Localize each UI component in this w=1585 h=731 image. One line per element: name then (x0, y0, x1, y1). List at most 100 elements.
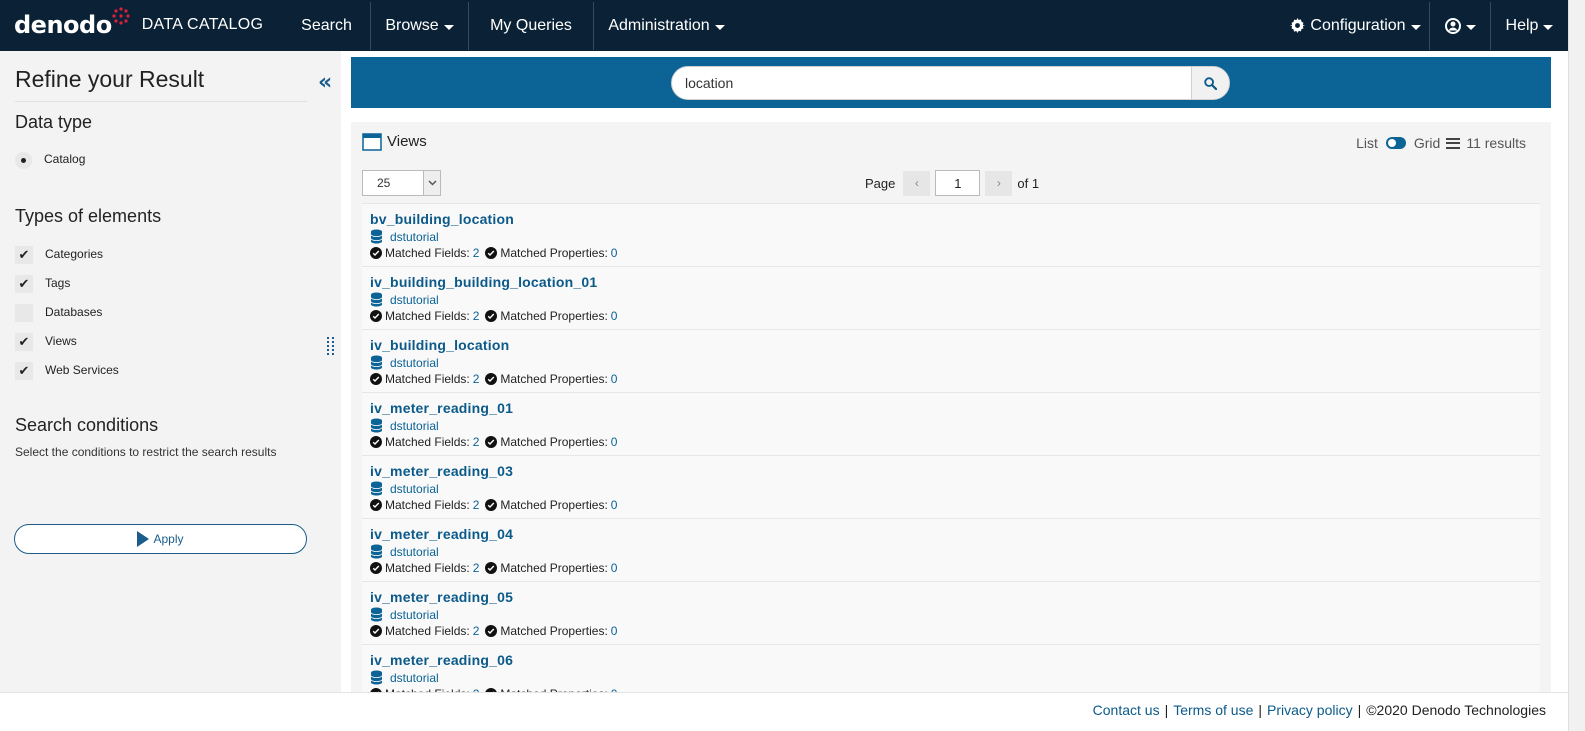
types-heading: Types of elements (15, 206, 162, 226)
result-item[interactable]: iv_meter_reading_03 dstutorial Matched Fie… (362, 455, 1540, 518)
database-link[interactable]: dstutorial (370, 544, 439, 559)
nav-browse[interactable]: Browse (371, 0, 468, 51)
nav-my-queries[interactable]: My Queries (469, 0, 593, 51)
data-type-catalog-option[interactable]: Catalog (15, 149, 85, 169)
result-item[interactable]: iv_meter_reading_05 dstutorial Matched Fie… (362, 581, 1540, 644)
chevron-down-icon (423, 171, 440, 195)
result-item[interactable]: bv_building_location dstutorial Matched Fi… (362, 203, 1540, 266)
database-icon (370, 607, 383, 622)
database-link[interactable]: dstutorial (370, 481, 439, 496)
view-name-link[interactable]: iv_meter_reading_04 (370, 526, 513, 542)
results-panel: Views List Grid 11 results 25 Page ‹ 1 ›… (351, 122, 1551, 692)
view-name-link[interactable]: bv_building_location (370, 211, 514, 227)
matched-properties-count[interactable]: 0 (611, 624, 618, 638)
privacy-link[interactable]: Privacy policy (1267, 702, 1353, 718)
resize-handle-icon[interactable] (327, 337, 335, 357)
window-scrollbar[interactable] (1568, 0, 1585, 731)
view-name-link[interactable]: iv_building_location (370, 337, 509, 353)
refine-panel: Refine your Result « Data type Catalog T… (0, 51, 341, 692)
prev-page-button[interactable]: ‹ (903, 170, 931, 196)
search-input[interactable] (672, 67, 1191, 99)
check-circle-icon (370, 310, 382, 322)
matched-properties-count[interactable]: 0 (611, 435, 618, 449)
nav-user-menu[interactable] (1430, 0, 1490, 51)
type-label: Views (45, 333, 77, 348)
page-size-select[interactable]: 25 (362, 170, 441, 196)
matched-fields-count[interactable]: 2 (473, 498, 480, 512)
refine-title: Refine your Result (15, 66, 205, 92)
matched-fields-label: Matched Fields: (385, 372, 470, 386)
nav-configuration[interactable]: Configuration (1283, 0, 1428, 51)
check-circle-icon (485, 310, 498, 322)
database-link[interactable]: dstutorial (370, 418, 439, 433)
result-item[interactable]: iv_meter_reading_04 dstutorial Matched Fie… (362, 518, 1540, 581)
toggle-switch[interactable] (1385, 137, 1406, 149)
matched-properties-count[interactable]: 0 (611, 561, 618, 575)
apply-button[interactable]: Apply (14, 524, 307, 554)
view-window-icon (362, 133, 382, 151)
result-item[interactable]: iv_building_building_location_01 dstutori… (362, 266, 1540, 329)
database-icon (370, 355, 383, 370)
database-link[interactable]: dstutorial (370, 229, 439, 244)
type-label: Categories (45, 246, 104, 261)
checkbox-checked[interactable]: ✔ (15, 246, 33, 264)
match-info: Matched Fields:2 Matched Properties:0 (370, 561, 623, 575)
type-option-tags[interactable]: ✔ Tags (15, 272, 70, 293)
type-option-categories[interactable]: ✔ Categories (15, 243, 103, 264)
database-icon (370, 481, 383, 496)
view-name-link[interactable]: iv_meter_reading_06 (370, 652, 513, 668)
database-link[interactable]: dstutorial (370, 355, 439, 370)
matched-fields-count[interactable]: 2 (473, 372, 480, 386)
search-button[interactable] (1191, 67, 1229, 99)
checkbox-unchecked[interactable] (15, 304, 33, 322)
database-link[interactable]: dstutorial (370, 607, 439, 622)
next-page-button[interactable]: › (985, 170, 1013, 196)
brand[interactable]: denodo DATA CATALOG (14, 3, 263, 47)
nav-help[interactable]: Help (1491, 0, 1568, 51)
type-option-views[interactable]: ✔ Views (15, 330, 77, 351)
terms-link[interactable]: Terms of use (1173, 702, 1253, 718)
grid-mode-label[interactable]: Grid (1414, 135, 1440, 151)
check-circle-icon (370, 373, 382, 385)
view-name-link[interactable]: iv_meter_reading_03 (370, 463, 513, 479)
result-item[interactable]: iv_meter_reading_01 dstutorial Matched Fie… (362, 392, 1540, 455)
database-link[interactable]: dstutorial (370, 292, 439, 307)
collapse-panel-icon[interactable]: « (318, 70, 332, 95)
database-link[interactable]: dstutorial (370, 670, 439, 685)
match-info: Matched Fields:2 Matched Properties:0 (370, 498, 623, 512)
nav-administration[interactable]: Administration (594, 0, 739, 51)
matched-fields-count[interactable]: 2 (473, 561, 480, 575)
data-type-heading: Data type (15, 112, 93, 132)
radio-button[interactable] (15, 152, 32, 169)
nav-browse-label: Browse (385, 16, 439, 34)
check-circle-icon (485, 625, 498, 637)
result-item[interactable]: iv_meter_reading_06dstutorialMatched Fie… (362, 644, 1540, 692)
matched-fields-count[interactable]: 2 (473, 435, 480, 449)
page-total: of 1 (1017, 175, 1040, 191)
nav-configuration-label: Configuration (1310, 16, 1406, 34)
database-name: dstutorial (390, 292, 439, 307)
matched-properties-count[interactable]: 0 (611, 372, 618, 386)
type-option-web-services[interactable]: ✔ Web Services (15, 359, 119, 380)
checkbox-checked[interactable]: ✔ (15, 333, 33, 351)
page-number-input[interactable]: 1 (935, 170, 981, 196)
matched-properties-label: Matched Properties: (500, 372, 608, 386)
checkbox-checked[interactable]: ✔ (15, 362, 33, 380)
contact-link[interactable]: Contact us (1093, 702, 1160, 718)
conditions-hint: Select the conditions to restrict the se… (15, 445, 277, 459)
view-name-link[interactable]: iv_building_building_location_01 (370, 274, 597, 290)
matched-fields-count[interactable]: 2 (473, 309, 480, 323)
matched-properties-count[interactable]: 0 (611, 498, 618, 512)
nav-search[interactable]: Search (283, 0, 370, 51)
matched-properties-count[interactable]: 0 (611, 246, 618, 260)
matched-properties-count[interactable]: 0 (611, 309, 618, 323)
database-name: dstutorial (390, 670, 439, 685)
matched-fields-count[interactable]: 2 (473, 624, 480, 638)
view-name-link[interactable]: iv_meter_reading_05 (370, 589, 513, 605)
view-name-link[interactable]: iv_meter_reading_01 (370, 400, 513, 416)
checkbox-checked[interactable]: ✔ (15, 275, 33, 293)
type-option-databases[interactable]: Databases (15, 301, 102, 322)
result-item[interactable]: iv_building_location dstutorial Matched Fi… (362, 329, 1540, 392)
list-mode-label[interactable]: List (1356, 135, 1378, 151)
matched-fields-count[interactable]: 2 (473, 246, 480, 260)
